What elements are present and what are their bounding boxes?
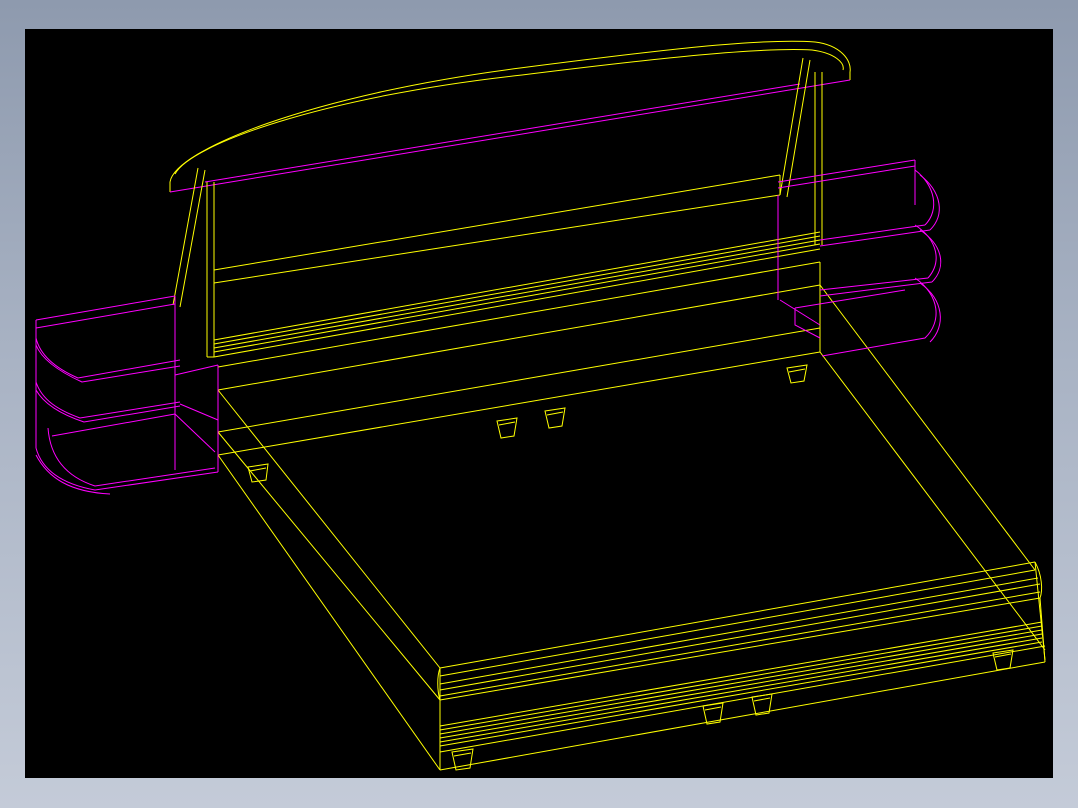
back-rail <box>213 174 821 358</box>
headboard <box>169 40 851 193</box>
bed-wireframe-drawing <box>35 40 1046 771</box>
bed-frame <box>217 261 821 456</box>
headboard-post-left <box>172 167 215 358</box>
bed-foot <box>247 463 269 483</box>
bed-foot <box>544 407 566 429</box>
cad-viewport[interactable] <box>25 29 1053 778</box>
right-nightstand <box>777 159 942 357</box>
app-window-frame <box>0 0 1078 808</box>
bed-foot <box>786 364 808 384</box>
bed-foot <box>451 748 474 771</box>
bed-foot <box>496 417 518 439</box>
left-nightstand <box>35 295 219 495</box>
